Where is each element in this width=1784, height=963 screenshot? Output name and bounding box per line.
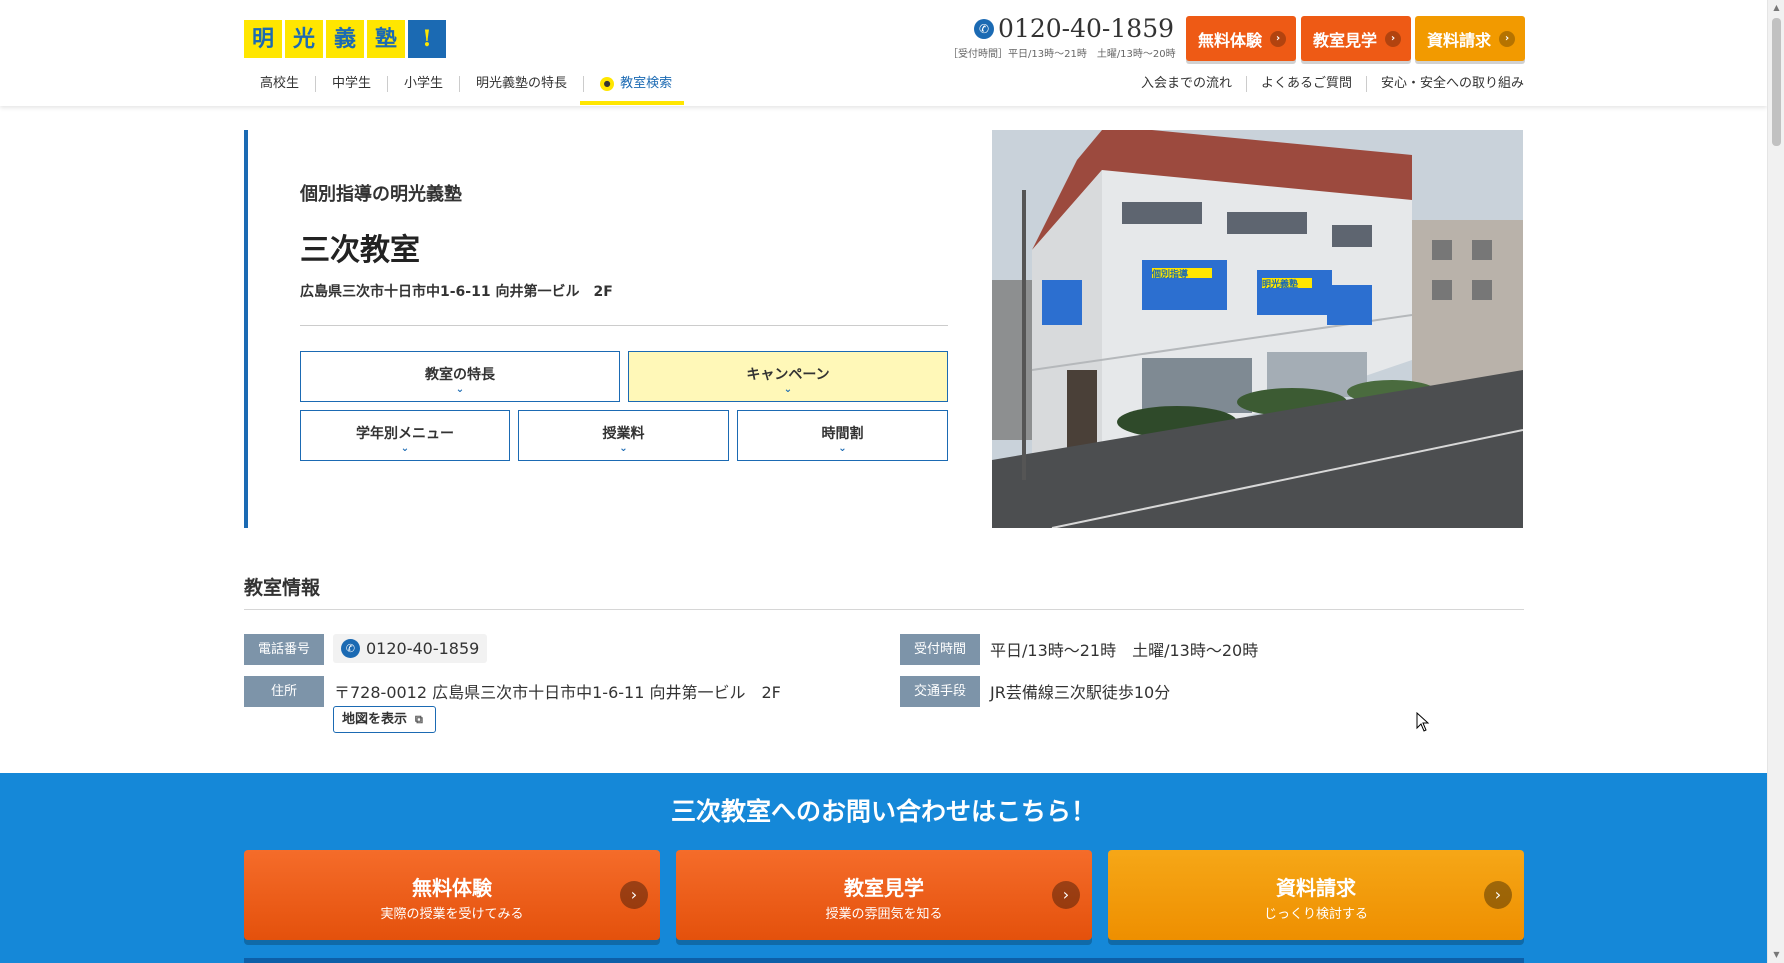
nav-item-classroom-search[interactable]: ● 教室検索 (583, 76, 688, 92)
cta-trial-label: 無料体験 (412, 876, 492, 900)
tab-grade-menu-label: 学年別メニュー (356, 426, 454, 442)
logo-char: 義 (326, 20, 364, 58)
tab-features[interactable]: 教室の特長 ⌄ (300, 351, 620, 402)
logo-char: ! (408, 20, 446, 58)
nav-item-elementary[interactable]: 小学生 (387, 76, 459, 92)
header-visit-button[interactable]: 教室見学 › (1301, 16, 1411, 61)
nav-item-features[interactable]: 明光義塾の特長 (459, 76, 583, 92)
address-value: 〒728-0012 広島県三次市十日市中1-6-11 向井第一ビル 2F (334, 683, 781, 702)
chevron-right-icon: › (1385, 31, 1401, 47)
classroom-photo-illustration: 個別指導 明光義塾 (992, 130, 1523, 528)
cta-title: 三次教室へのお問い合わせはこちら！ (670, 797, 1096, 826)
tab-features-label: 教室の特長 (425, 367, 495, 383)
photo-sign-text: 明光義塾 (1262, 278, 1298, 290)
cta-docs-label: 資料請求 (1276, 876, 1356, 900)
header-trial-label: 無料体験 (1198, 30, 1263, 50)
classroom-phone-number: 0120-40-1859 (366, 639, 480, 658)
phone-label: 電話番号 (244, 634, 324, 665)
nav-active-indicator (580, 101, 684, 105)
logo-char: 明 (244, 20, 282, 58)
classroom-phone[interactable]: ✆ 0120-40-1859 (333, 634, 488, 663)
hours-value: 平日/13時～21時 土曜/13時～20時 (990, 641, 1259, 660)
tab-timetable-label: 時間割 (821, 426, 864, 442)
chevron-right-icon: › (1052, 881, 1080, 909)
search-icon: ● (600, 77, 615, 91)
main-nav: 高校生 中学生 小学生 明光義塾の特長 ● 教室検索 (244, 76, 688, 92)
header-docs-label: 資料請求 (1427, 30, 1492, 50)
cta-visit-sublabel: 授業の雰囲気を知る (825, 907, 943, 922)
nav-item-faq[interactable]: よくあるご質問 (1245, 76, 1366, 92)
hero-address: 広島県三次市十日市中1-6-11 向井第一ビル 2F (300, 284, 613, 300)
header-hours: ［受付時間］平日/13時～21時 土曜/13時～20時 (948, 49, 1176, 60)
page-scrollbar[interactable]: ▲ ▼ (1767, 0, 1784, 963)
chevron-right-icon: › (1499, 31, 1515, 47)
tab-campaign[interactable]: キャンペーン ⌄ (628, 351, 948, 402)
chevron-down-icon: ⌄ (619, 443, 628, 454)
tab-campaign-label: キャンペーン (746, 367, 830, 383)
header-phone-number[interactable]: 0120-40-1859 (998, 14, 1174, 43)
nav-item-junior-high[interactable]: 中学生 (315, 76, 387, 92)
nav-item-classroom-search-label: 教室検索 (620, 76, 673, 91)
header-docs-button[interactable]: 資料請求 › (1415, 16, 1525, 61)
nav-item-enrollment-flow[interactable]: 入会までの流れ (1127, 76, 1246, 92)
chevron-right-icon: › (1270, 31, 1286, 47)
chevron-down-icon: ⌄ (400, 443, 410, 454)
divider (300, 325, 948, 326)
phone-icon: ✆ (974, 18, 995, 39)
cta-visit-button[interactable]: 教室見学 授業の雰囲気を知る › (676, 850, 1092, 940)
hero-accent-bar (244, 130, 248, 528)
cta-bottom-strip (244, 958, 1524, 963)
chevron-down-icon: ⌄ (455, 384, 465, 395)
page-title: 三次教室 (300, 233, 420, 268)
sub-nav: 入会までの流れ よくあるご質問 安心・安全への取り組み (1127, 76, 1524, 92)
header-phone: ✆ 0120-40-1859 ［受付時間］平日/13時～21時 土曜/13時～2… (948, 14, 1176, 60)
show-map-label: 地図を表示 (342, 712, 408, 727)
cta-docs-button[interactable]: 資料請求 じっくり検討する › (1108, 850, 1524, 940)
mouse-cursor-icon (1416, 712, 1430, 732)
site-header: 明 光 義 塾 ! ✆ 0120-40-1859 ［受付時間］平日/13時～21… (0, 0, 1767, 106)
page: 明 光 義 塾 ! ✆ 0120-40-1859 ［受付時間］平日/13時～21… (0, 0, 1784, 963)
nav-item-safety[interactable]: 安心・安全への取り組み (1365, 76, 1524, 92)
classroom-photo: 個別指導 明光義塾 (992, 130, 1523, 528)
nav-item-high-school[interactable]: 高校生 (244, 76, 315, 92)
access-label: 交通手段 (900, 676, 980, 707)
logo-char: 塾 (367, 20, 405, 58)
scroll-up-icon[interactable]: ▲ (1768, 0, 1784, 16)
site-logo[interactable]: 明 光 義 塾 ! (244, 20, 446, 58)
hero-kicker: 個別指導の明光義塾 (300, 184, 462, 205)
chevron-down-icon: ⌄ (783, 384, 793, 395)
tab-grade-menu[interactable]: 学年別メニュー ⌄ (300, 410, 510, 461)
hours-label: 受付時間 (900, 634, 980, 665)
phone-icon: ✆ (341, 639, 360, 658)
scrollbar-thumb[interactable] (1772, 18, 1781, 146)
chevron-right-icon: › (1484, 881, 1512, 909)
access-value: JR芸備線三次駅徒歩10分 (990, 683, 1171, 702)
cta-trial-button[interactable]: 無料体験 実際の授業を受けてみる › (244, 850, 660, 940)
scroll-down-icon[interactable]: ▼ (1768, 947, 1784, 963)
cta-trial-sublabel: 実際の授業を受けてみる (380, 907, 524, 922)
logo-char: 光 (285, 20, 323, 58)
header-visit-label: 教室見学 (1313, 30, 1378, 50)
show-map-button[interactable]: 地図を表示 ⧉ (333, 706, 436, 733)
divider (244, 609, 1524, 610)
header-trial-button[interactable]: 無料体験 › (1186, 16, 1296, 61)
cta-visit-label: 教室見学 (844, 876, 924, 900)
tab-fee-label: 授業料 (602, 426, 645, 442)
address-label: 住所 (244, 676, 324, 707)
tab-fee[interactable]: 授業料 ⌄ (518, 410, 729, 461)
tab-timetable[interactable]: 時間割 ⌄ (737, 410, 948, 461)
chevron-right-icon: › (620, 881, 648, 909)
info-section-title: 教室情報 (244, 577, 321, 599)
chevron-down-icon: ⌄ (838, 443, 847, 454)
photo-sign-text: 個別指導 (1151, 268, 1188, 280)
cta-docs-sublabel: じっくり検討する (1263, 907, 1368, 922)
external-link-icon: ⧉ (415, 713, 423, 726)
